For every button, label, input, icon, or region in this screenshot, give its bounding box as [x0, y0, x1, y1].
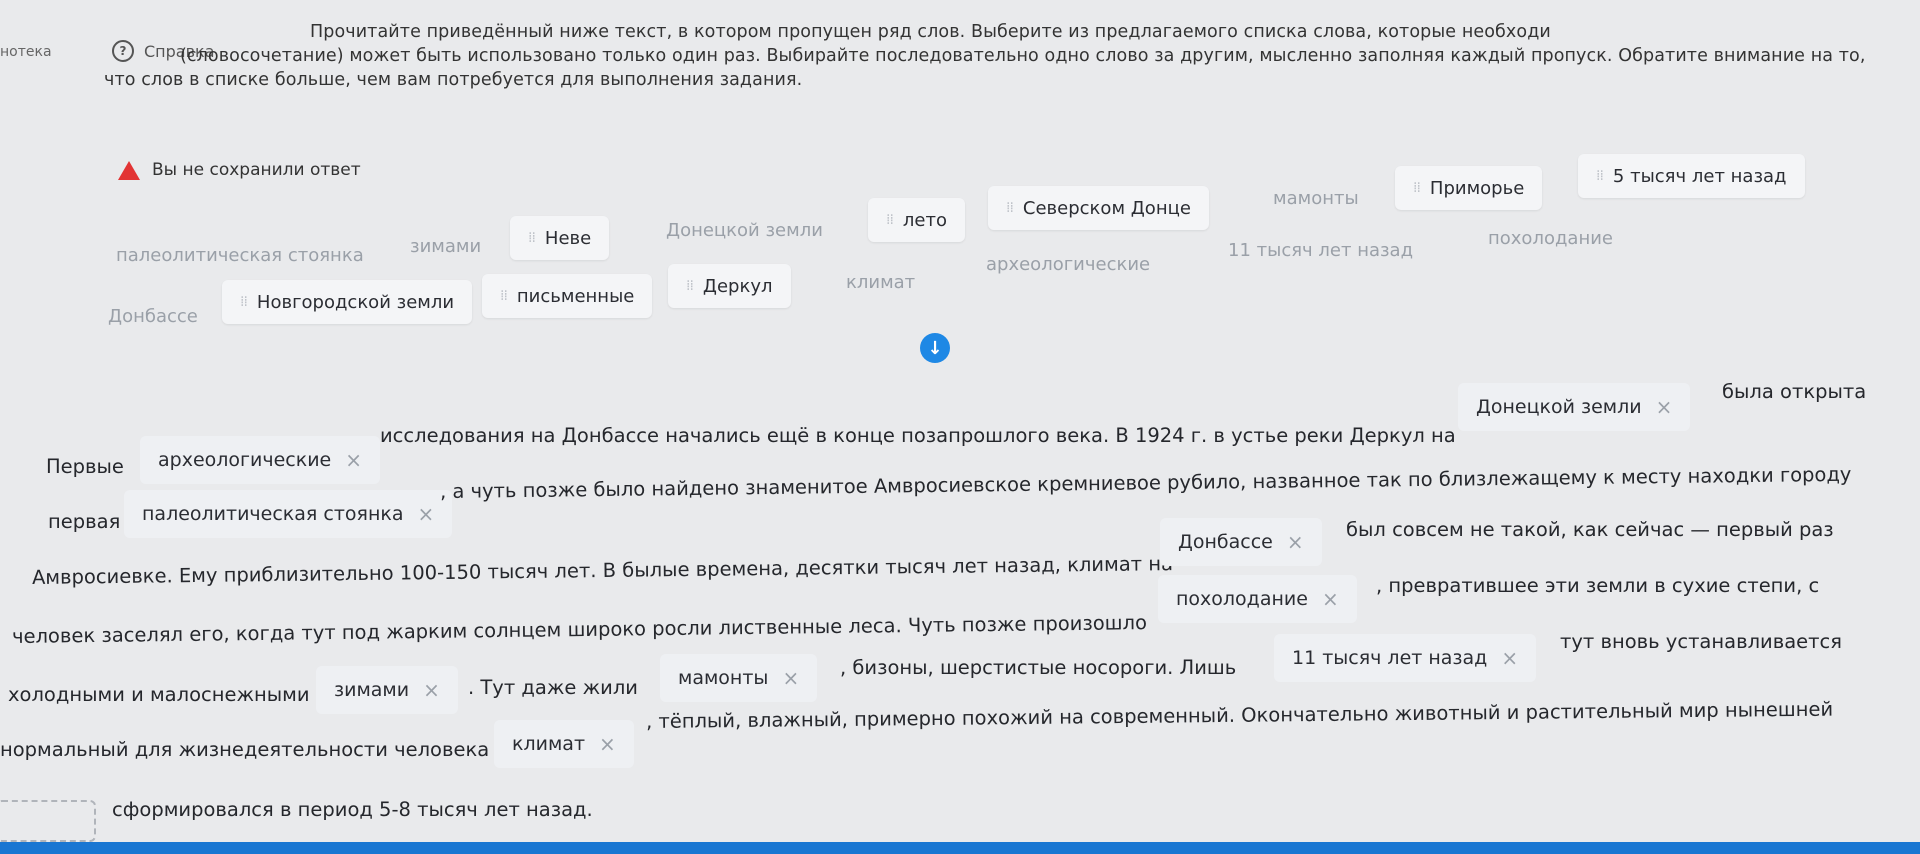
passage-text: , превратившее эти земли в сухие степи, … [1376, 574, 1820, 597]
answer-slot-3[interactable]: палеолитическая стоянка × [124, 490, 453, 538]
chip-paleolithic-site[interactable]: палеолитическая стоянка [98, 233, 382, 277]
passage-text: , тёплый, влажный, примерно похожий на с… [645, 697, 1834, 733]
passage-text: Первые [46, 455, 124, 478]
passage-text: . Тут даже жили [468, 676, 638, 699]
passage-text: сформировался в период 5-8 тысяч лет наз… [112, 798, 593, 821]
chip-neve[interactable]: ⁞⁞ Неве [510, 216, 610, 260]
passage-text: был совсем не такой, как сейчас — первый… [1346, 518, 1834, 541]
passage-text: человек заселял его, когда тут под жарки… [11, 611, 1148, 648]
warning-icon [118, 160, 140, 180]
passage-text: Амвросиевке. Ему приблизительно 100-150 … [31, 552, 1174, 589]
passage-text: , а чуть позже было найдено знаменитое А… [439, 462, 1852, 503]
arrow-down-icon: ↓ [927, 337, 943, 359]
chip-pokholodanie[interactable]: похолодание [1470, 216, 1631, 260]
answer-slot-10[interactable] [0, 800, 96, 842]
chip-archaeological[interactable]: археологические [968, 242, 1168, 286]
answer-slot-2[interactable]: Донецкой земли × [1458, 383, 1691, 431]
passage-text: исследования на Донбассе начались ещё в … [380, 424, 1456, 447]
remove-icon[interactable]: × [345, 448, 362, 472]
drag-handle-icon: ⁞⁞ [1596, 168, 1604, 184]
chip-11-thousand-years[interactable]: 11 тысяч лет назад [1210, 228, 1431, 272]
unsaved-warning: Вы не сохранили ответ [118, 160, 361, 180]
chip-pismennye[interactable]: ⁞⁞ письменные [482, 274, 653, 318]
remove-icon[interactable]: × [782, 666, 799, 690]
answer-slot-8[interactable]: 11 тысяч лет назад × [1274, 634, 1537, 682]
passage-text: была открыта [1722, 380, 1867, 403]
remove-icon[interactable]: × [599, 732, 616, 756]
answer-slot-9[interactable]: климат × [494, 720, 634, 768]
chip-mamonty[interactable]: мамонты [1255, 176, 1377, 220]
answer-slot-5[interactable]: похолодание × [1158, 575, 1357, 623]
chip-klimat[interactable]: климат [828, 260, 933, 304]
chip-5-thousand-years[interactable]: ⁞⁞ 5 тысяч лет назад [1578, 154, 1805, 198]
chip-zimami[interactable]: зимами [392, 224, 499, 268]
drag-handle-icon: ⁞⁞ [500, 288, 508, 304]
scroll-down-button[interactable]: ↓ [920, 333, 950, 363]
answer-slot-4[interactable]: Донбассе × [1160, 518, 1322, 566]
remove-icon[interactable]: × [1656, 395, 1673, 419]
remove-icon[interactable]: × [423, 678, 440, 702]
remove-icon[interactable]: × [418, 502, 435, 526]
drag-handle-icon: ⁞⁞ [240, 294, 248, 310]
drag-handle-icon: ⁞⁞ [886, 212, 894, 228]
passage-text: холодными и малоснежными [8, 683, 310, 706]
chip-leto[interactable]: ⁞⁞ лето [868, 198, 965, 242]
instruction-line-2: (словосочетание) может быть использовано… [180, 46, 1866, 66]
answer-slot-6[interactable]: зимами × [316, 666, 458, 714]
passage-text: первая [48, 510, 121, 533]
answer-slot-1[interactable]: археологические × [140, 436, 381, 484]
drag-handle-icon: ⁞⁞ [528, 230, 536, 246]
warning-text: Вы не сохранили ответ [152, 160, 361, 180]
passage-text: тут вновь устанавливается [1560, 630, 1842, 653]
drag-handle-icon: ⁞⁞ [1413, 180, 1421, 196]
drag-handle-icon: ⁞⁞ [686, 278, 694, 294]
passage-text: , бизоны, шерстистые носороги. Лишь [840, 656, 1237, 679]
answer-slot-7[interactable]: мамонты × [660, 654, 818, 702]
remove-icon[interactable]: × [1287, 530, 1304, 554]
chip-seversky-donets[interactable]: ⁞⁞ Северском Донце [988, 186, 1209, 230]
remove-icon[interactable]: × [1501, 646, 1518, 670]
remove-icon[interactable]: × [1322, 587, 1339, 611]
task-instruction: Прочитайте приведённый ниже текст, в кот… [100, 20, 1900, 92]
chip-primorye[interactable]: ⁞⁞ Приморье [1395, 166, 1543, 210]
library-link[interactable]: нотека [0, 44, 52, 60]
instruction-line-3: что слов в списке больше, чем вам потреб… [104, 70, 803, 90]
bottom-bar [0, 842, 1920, 854]
passage-text: нормальный для жизнедеятельности человек… [0, 738, 490, 761]
instruction-line-1: Прочитайте приведённый ниже текст, в кот… [310, 22, 1551, 42]
chip-donetsk-land[interactable]: Донецкой земли [648, 208, 841, 252]
drag-handle-icon: ⁞⁞ [1006, 200, 1014, 216]
chip-novgorod-land[interactable]: ⁞⁞ Новгородской земли [222, 280, 473, 324]
chip-donbass[interactable]: Донбассе [90, 294, 216, 338]
chip-derkul[interactable]: ⁞⁞ Деркул [668, 264, 791, 308]
